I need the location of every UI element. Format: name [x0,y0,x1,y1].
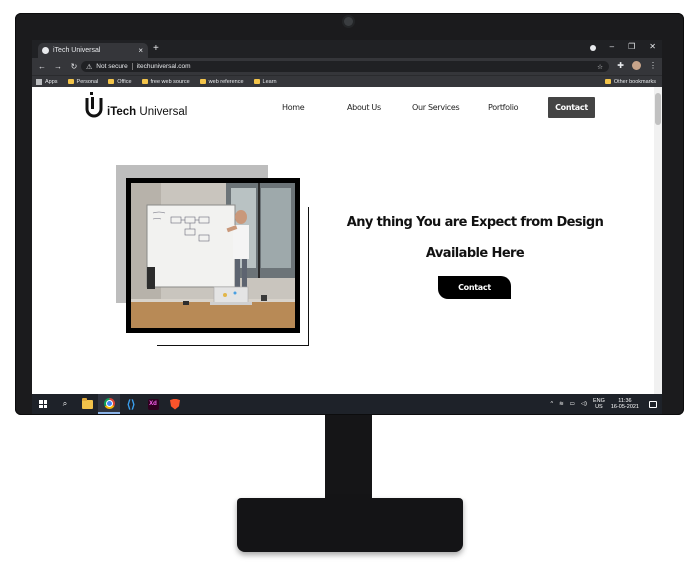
folder-icon [253,79,260,84]
folder-icon [67,79,74,84]
profile-avatar-icon[interactable] [632,61,641,70]
browser-tab[interactable]: iTech Universal × [38,43,148,58]
browser-toolbar: ← → ↻ ⚠ Not secure itechuniversal.com ☆ … [32,58,662,75]
minimize-button[interactable]: – [610,42,614,51]
clock-date: 16-05-2021 [610,404,639,410]
logo-bold: iTech [107,105,137,118]
close-window-button[interactable]: ✕ [649,42,656,51]
windows-logo-icon [39,400,47,408]
bookmark-folder-office[interactable]: Office [108,78,132,85]
lang-bottom: US [595,404,603,410]
adobe-xd-icon: Xd [147,398,159,410]
toolbar-actions: ✚ ⋮ [617,61,657,70]
taskbar-clock[interactable]: 11:36 16-05-2021 [611,398,639,411]
monitor-stand-neck [325,415,372,503]
show-hidden-icons-chevron-icon[interactable]: ^ [550,401,553,407]
taskbar-vscode[interactable]: ⟨⟩ [120,394,142,414]
brave-icon [170,398,180,410]
vscode-icon: ⟨⟩ [126,398,136,411]
extensions-puzzle-icon[interactable]: ✚ [617,61,624,70]
file-explorer-icon [81,397,93,409]
folder-icon [199,79,206,84]
bookmark-label: web reference [208,78,244,85]
hero-heading-line2: Available Here [425,246,525,261]
logo-u-icon [85,92,103,118]
hero-photo-frame [126,178,300,333]
bookmark-folder-free-web-source[interactable]: free web source [141,78,190,85]
taskbar-chrome[interactable] [98,394,120,414]
bookmark-label: Learn [262,78,277,85]
new-tab-button[interactable]: + [153,43,159,54]
nav-portfolio[interactable]: Portfolio [488,103,519,112]
decorative-outline-horizontal [157,345,309,346]
nav-our-services[interactable]: Our Services [412,103,460,112]
webcam-icon [344,17,353,26]
nav-home[interactable]: Home [282,103,305,112]
bookmark-label: Office [117,78,132,85]
language-indicator[interactable]: ENG US [593,398,605,411]
security-label: Not secure [96,63,128,70]
folder-icon [141,79,148,84]
bookmarks-bar: Apps Personal Office free web source web… [32,75,662,87]
chrome-icon [103,397,115,409]
bookmark-folder-web-reference[interactable]: web reference [199,78,244,85]
bookmark-label: free web source [150,78,190,85]
nav-about-us[interactable]: About Us [347,103,381,112]
bookmark-star-icon[interactable]: ☆ [597,63,603,71]
page-scrollbar[interactable] [654,87,662,394]
tab-close-icon[interactable]: × [138,46,143,55]
forward-arrow-icon[interactable]: → [52,62,64,71]
folder-icon [604,79,611,84]
web-page: iTech Universal Home About Us Our Servic… [32,87,662,394]
windows-taskbar: ⌕ ⟨⟩ Xd ^ ≋ ▭ ◁) ENG US 11:36 16-05-2021 [32,394,662,414]
scrollbar-thumb[interactable] [655,93,661,125]
start-button[interactable] [32,394,54,414]
window-controls: – ❐ ✕ [589,42,656,51]
monitor-bezel: iTech Universal × + – ❐ ✕ ← → ↻ ⚠ Not se… [15,13,684,415]
back-arrow-icon[interactable]: ← [36,62,48,71]
battery-icon[interactable]: ▭ [570,401,575,407]
search-icon: ⌕ [62,399,68,408]
volume-icon[interactable]: ◁) [581,401,587,407]
notification-center-icon[interactable] [649,400,657,408]
taskbar-adobe-xd[interactable]: Xd [142,394,164,414]
bookmark-label: Personal [76,78,99,85]
warning-icon: ⚠ [86,63,93,71]
nav-contact-button[interactable]: Contact [548,97,595,118]
browser-tab-strip: iTech Universal × + – ❐ ✕ [32,40,662,58]
hero-contact-button[interactable]: Contact [438,276,511,299]
system-tray: ^ ≋ ▭ ◁) ENG US 11:36 16-05-2021 [550,398,662,411]
screen: iTech Universal × + – ❐ ✕ ← → ↻ ⚠ Not se… [32,40,662,414]
folder-icon [108,79,115,84]
taskbar-brave[interactable] [164,394,186,414]
url-text: itechuniversal.com [136,63,191,70]
site-logo[interactable]: iTech Universal [84,92,187,118]
reload-icon[interactable]: ↻ [68,62,80,71]
search-button[interactable]: ⌕ [54,394,76,414]
site-favicon-icon [42,47,49,54]
bookmark-label: Apps [45,78,58,85]
wifi-icon[interactable]: ≋ [559,401,564,407]
logo-text: iTech Universal [107,105,188,119]
bookmark-folder-personal[interactable]: Personal [67,78,99,85]
address-separator [131,63,133,70]
address-bar[interactable]: ⚠ Not secure itechuniversal.com ☆ [81,61,609,72]
menu-kebab-icon[interactable]: ⋮ [649,61,657,70]
logo-thin: Universal [139,105,188,118]
monitor-stand-base [237,498,463,552]
photo-illustration [131,183,295,328]
desktop-monitor-scene: iTech Universal × + – ❐ ✕ ← → ↻ ⚠ Not se… [0,0,700,562]
bookmark-apps[interactable]: Apps [36,78,58,85]
restore-button[interactable]: ❐ [628,42,635,51]
record-indicator-icon [589,45,596,51]
hero-photo-whiteboard [131,183,295,328]
taskbar-file-explorer[interactable] [76,394,98,414]
other-bookmarks-label: Other bookmarks [613,78,656,85]
tab-title: iTech Universal [53,47,101,54]
bookmark-folder-learn[interactable]: Learn [253,78,277,85]
apps-grid-icon [36,78,42,85]
hero-heading-line1: Any thing You are Expect from Design [346,215,604,230]
other-bookmarks[interactable]: Other bookmarks [604,78,656,85]
decorative-outline-vertical [308,207,309,345]
